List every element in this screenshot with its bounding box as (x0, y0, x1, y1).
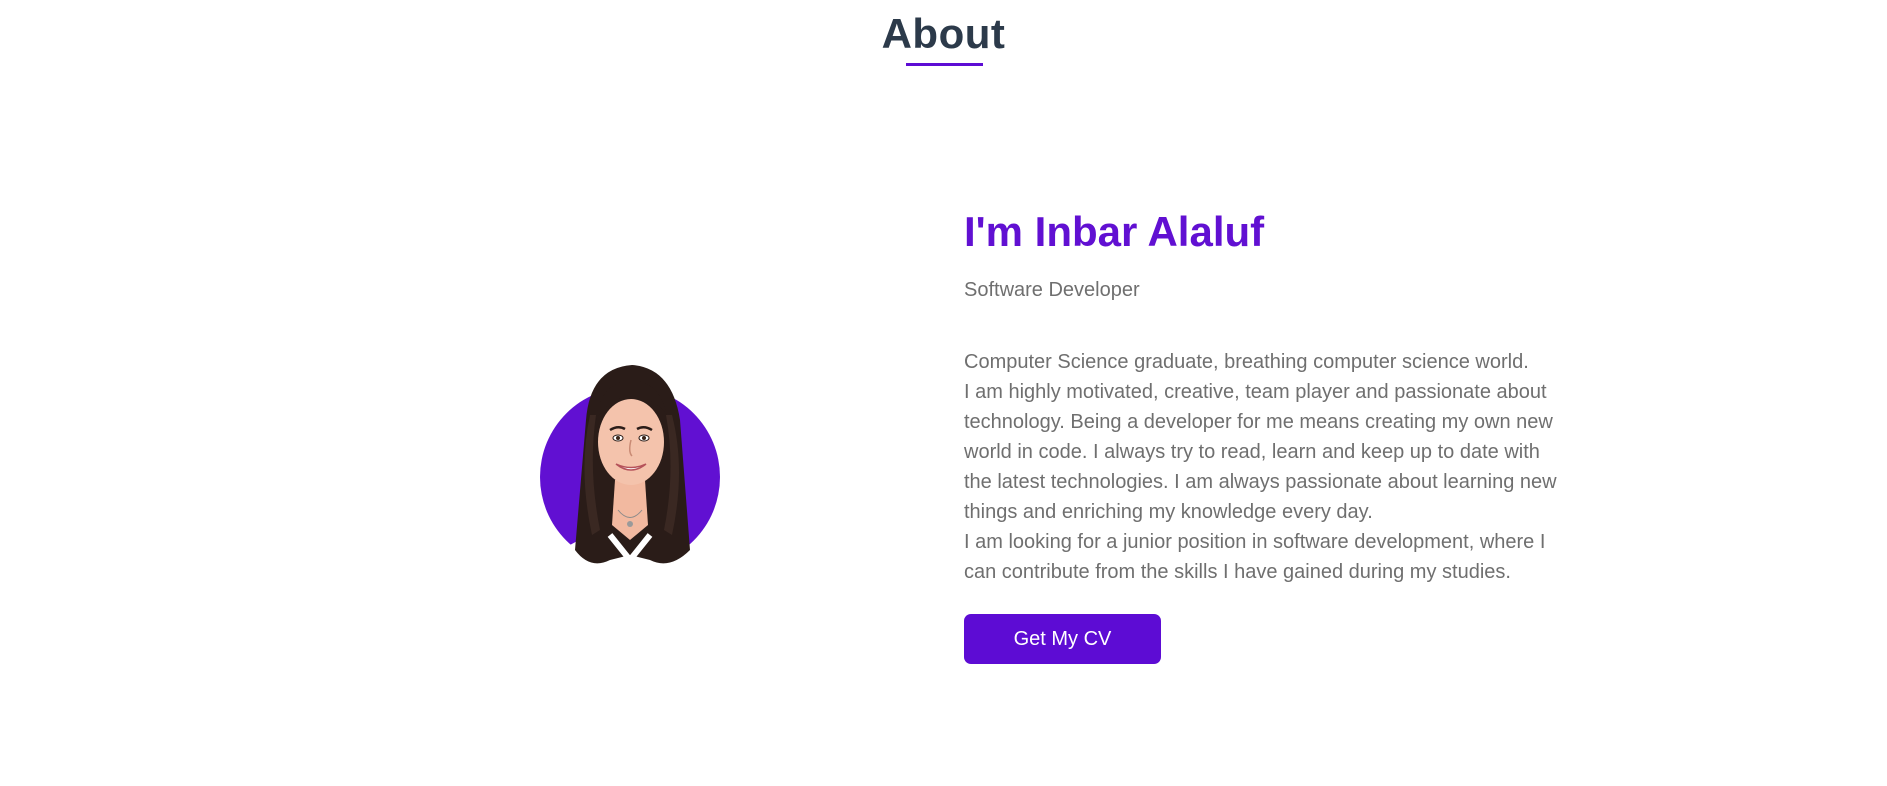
avatar-illustration (540, 365, 720, 575)
title-underline (906, 63, 983, 66)
about-section: About I'm Inbar Alaluf Software Develope… (0, 0, 1887, 786)
bio-paragraph: I am highly motivated, creative, team pl… (964, 381, 1557, 523)
avatar (530, 360, 730, 575)
profile-heading: I'm Inbar Alaluf (964, 208, 1265, 255)
bio-paragraph: I am looking for a junior position in so… (964, 531, 1546, 583)
profile-bio: Computer Science graduate, breathing com… (964, 347, 1564, 587)
profile-role: Software Developer (964, 279, 1140, 301)
section-title: About (881, 10, 1006, 57)
about-content: I'm Inbar Alaluf Software Developer Comp… (964, 204, 1564, 664)
get-cv-button[interactable]: Get My CV (964, 614, 1161, 664)
bio-paragraph: Computer Science graduate, breathing com… (964, 351, 1529, 373)
